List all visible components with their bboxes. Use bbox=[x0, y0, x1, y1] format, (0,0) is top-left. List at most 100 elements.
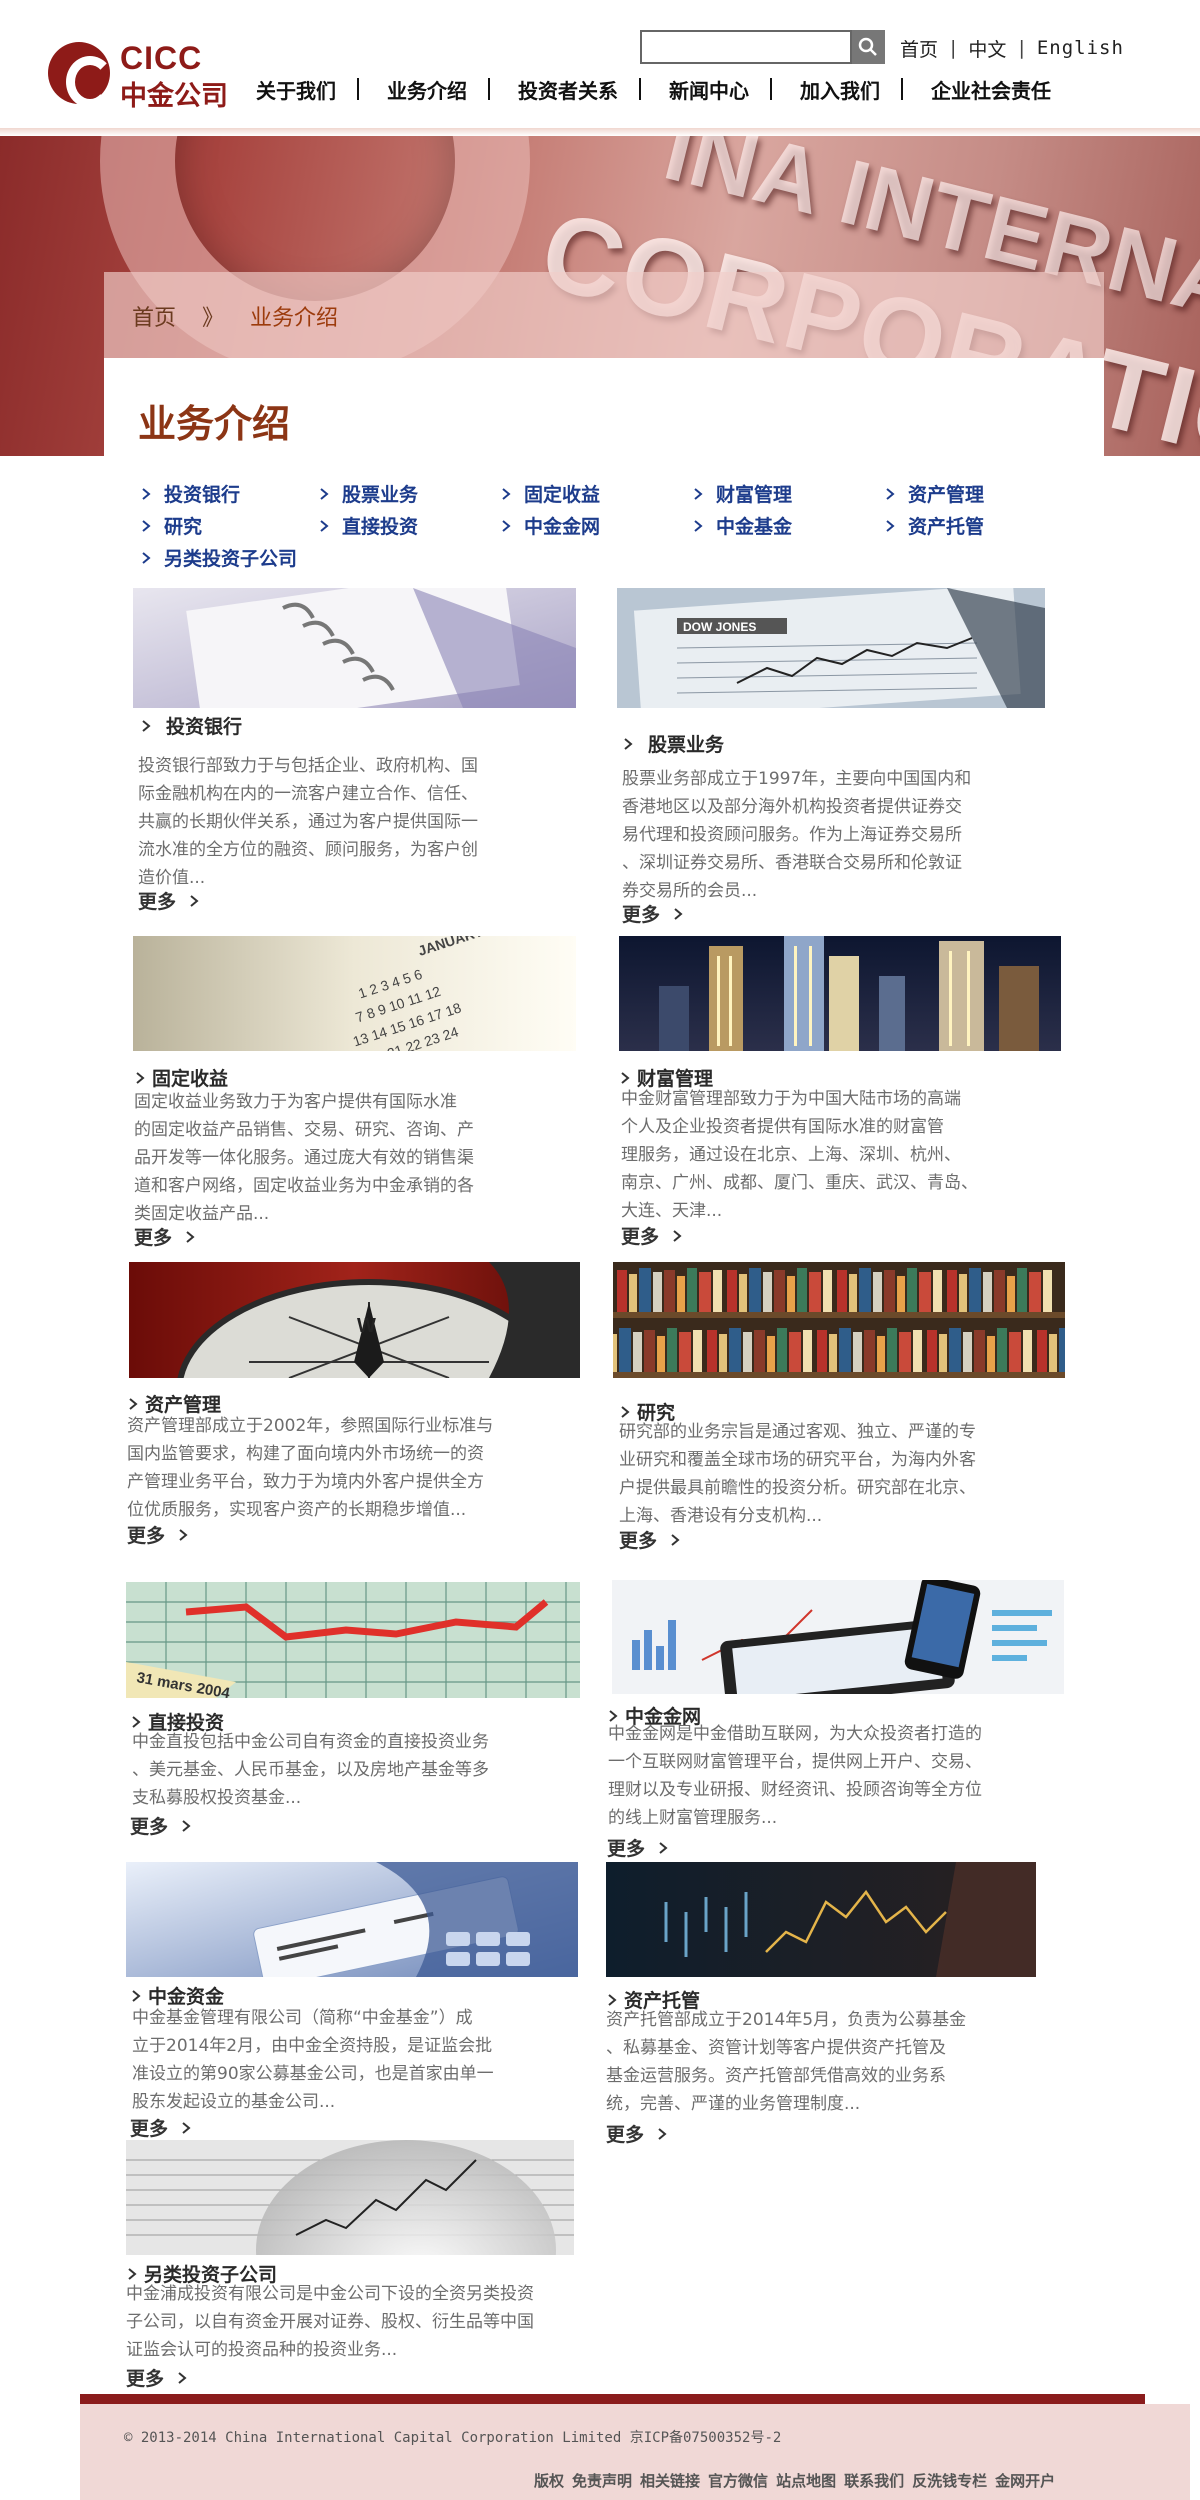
more-link-cicc-online[interactable]: 更多 bbox=[607, 1834, 669, 1861]
breadcrumb-current: 业务介绍 bbox=[250, 306, 339, 331]
card-image-alternative-investment[interactable] bbox=[126, 2140, 574, 2255]
subnav-asset-management[interactable]: 资产管理 bbox=[884, 480, 984, 507]
lang-home-link[interactable]: 首页 bbox=[900, 35, 938, 62]
subnav-wealth-management[interactable]: 财富管理 bbox=[692, 480, 792, 507]
chevron-right-icon bbox=[177, 1529, 189, 1541]
footer-link-disclaimer[interactable]: 免责声明 bbox=[572, 2470, 632, 2491]
card-desc-line: 南京、广州、成都、厦门、重庆、武汉、青岛、 bbox=[621, 1173, 978, 1193]
subnav-research[interactable]: 研究 bbox=[140, 512, 202, 539]
card-image-asset-management[interactable]: W bbox=[129, 1262, 580, 1378]
card-title-fixed-income[interactable]: 固定收益 bbox=[134, 1064, 228, 1091]
more-link-direct-investment[interactable]: 更多 bbox=[130, 1812, 192, 1839]
chevron-right-icon bbox=[184, 1231, 196, 1243]
card-desc-line: 个人及企业投资者提供有国际水准的财富管 bbox=[621, 1117, 944, 1137]
card-desc-line: 、深圳证券交易所、香港联合交易所和伦敦证 bbox=[622, 853, 962, 873]
card-desc-research: 研究部的业务宗旨是通过客观、独立、严谨的专 业研究和覆盖全球市场的研究平台，为海… bbox=[619, 1418, 1079, 1530]
more-link-alternative-investment[interactable]: 更多 bbox=[126, 2364, 188, 2391]
chevron-right-icon bbox=[176, 2372, 188, 2384]
more-link-investment-banking[interactable]: 更多 bbox=[138, 887, 200, 914]
more-link-asset-management[interactable]: 更多 bbox=[127, 1521, 189, 1548]
footer-link-sitemap[interactable]: 站点地图 bbox=[776, 2470, 836, 2491]
nav-investor-relations[interactable]: 投资者关系 bbox=[512, 75, 639, 104]
more-link-custody[interactable]: 更多 bbox=[606, 2120, 668, 2147]
more-label: 更多 bbox=[619, 1530, 658, 1552]
card-desc-line: 理财以及专业研报、财经资讯、投顾咨询等全方位 bbox=[608, 1780, 982, 1800]
nav-divider bbox=[639, 78, 641, 100]
more-link-cicc-fund[interactable]: 更多 bbox=[130, 2114, 192, 2141]
card-desc-investment-banking: 投资银行部致力于与包括企业、政府机构、国 际金融机构在内的一流客户建立合作、信任… bbox=[138, 752, 578, 892]
cicc-logo[interactable]: CICC 中金公司 bbox=[48, 38, 228, 112]
nav-about[interactable]: 关于我们 bbox=[250, 75, 357, 104]
nav-csr[interactable]: 企业社会责任 bbox=[925, 75, 1051, 104]
nav-news[interactable]: 新闻中心 bbox=[663, 75, 770, 104]
card-title-equities[interactable]: 股票业务 bbox=[622, 730, 724, 757]
lang-english-link[interactable]: English bbox=[1037, 37, 1124, 59]
card-desc-line: 易代理和投资顾问服务。作为上海证券交易所 bbox=[622, 825, 962, 845]
search-button[interactable] bbox=[852, 30, 885, 64]
card-desc-line: 户提供最具前瞻性的投资分析。研究部在北京、 bbox=[619, 1478, 976, 1498]
card-desc-line: 固定收益业务致力于为客户提供有国际水准 bbox=[134, 1092, 457, 1112]
card-desc-line: 中金直投包括中金公司自有资金的直接投资业务 bbox=[132, 1732, 489, 1752]
card-desc-line: 中金基金管理有限公司（简称“中金基金”）成 bbox=[132, 2008, 473, 2028]
card-desc-line: 基金运营服务。资产托管部凭借高效的业务系 bbox=[606, 2066, 946, 2086]
card-desc-line: 大连、天津... bbox=[621, 1201, 723, 1221]
footer-link-open-account[interactable]: 金网开户 bbox=[995, 2470, 1055, 2491]
card-desc-line: 、美元基金、人民币基金，以及房地产基金等多 bbox=[132, 1760, 489, 1780]
subnav-label: 中金金网 bbox=[524, 516, 601, 538]
footer-link-aml[interactable]: 反洗钱专栏 bbox=[912, 2470, 987, 2491]
footer-link-wechat[interactable]: 官方微信 bbox=[708, 2470, 768, 2491]
logo-mark-icon bbox=[48, 42, 114, 108]
subnav-equities[interactable]: 股票业务 bbox=[318, 480, 418, 507]
card-desc-line: 际金融机构在内的一流客户建立合作、信任、 bbox=[138, 784, 478, 804]
card-image-direct-investment[interactable]: 31 mars 2004 bbox=[126, 1582, 580, 1698]
footer-link-copyright[interactable]: 版权 bbox=[534, 2470, 564, 2491]
chevron-right-icon bbox=[127, 1398, 139, 1410]
card-image-custody[interactable] bbox=[606, 1862, 1036, 1977]
chevron-right-icon bbox=[692, 488, 704, 500]
subnav-label: 投资银行 bbox=[164, 484, 241, 506]
breadcrumb-separator: 》 bbox=[202, 306, 225, 331]
footer-link-contact[interactable]: 联系我们 bbox=[844, 2470, 904, 2491]
search-input[interactable] bbox=[640, 30, 852, 64]
subnav-label: 中金基金 bbox=[716, 516, 793, 538]
subnav-direct-investment[interactable]: 直接投资 bbox=[318, 512, 418, 539]
card-image-cicc-online[interactable] bbox=[612, 1580, 1064, 1694]
card-image-cicc-fund[interactable] bbox=[126, 1862, 578, 1977]
card-desc-alternative-investment: 中金浦成投资有限公司是中金公司下设的全资另类投资 子公司，以自有资金开展对证券、… bbox=[126, 2280, 646, 2364]
card-desc-line: 道和客户网络，固定收益业务为中金承销的各 bbox=[134, 1176, 474, 1196]
subnav-alternative-investment[interactable]: 另类投资子公司 bbox=[140, 544, 297, 571]
subnav-cicc-online[interactable]: 中金金网 bbox=[500, 512, 600, 539]
card-desc-line: 品开发等一体化服务。通过庞大有效的销售渠 bbox=[134, 1148, 474, 1168]
chevron-right-icon bbox=[692, 520, 704, 532]
chevron-right-icon bbox=[140, 520, 152, 532]
card-title-investment-banking[interactable]: 投资银行 bbox=[140, 712, 242, 739]
subnav-cicc-fund[interactable]: 中金基金 bbox=[692, 512, 792, 539]
card-image-fixed-income[interactable]: 1 2 3 4 5 67 8 9 10 11 12 13 14 15 16 17 … bbox=[133, 936, 576, 1051]
nav-careers[interactable]: 加入我们 bbox=[794, 75, 901, 104]
subnav-label: 另类投资子公司 bbox=[164, 548, 298, 570]
lang-chinese-link[interactable]: 中文 bbox=[968, 35, 1006, 62]
subnav-label: 研究 bbox=[164, 516, 203, 538]
card-desc-line: 香港地区以及部分海外机构投资者提供证券交 bbox=[622, 797, 962, 817]
card-image-research[interactable] bbox=[613, 1262, 1065, 1378]
breadcrumb-home-link[interactable]: 首页 bbox=[132, 300, 176, 332]
more-link-equities[interactable]: 更多 bbox=[622, 900, 684, 927]
subnav-investment-banking[interactable]: 投资银行 bbox=[140, 480, 240, 507]
chevron-right-icon bbox=[188, 895, 200, 907]
footer-link-related[interactable]: 相关链接 bbox=[640, 2470, 700, 2491]
subnav-custody[interactable]: 资产托管 bbox=[884, 512, 984, 539]
subnav-fixed-income[interactable]: 固定收益 bbox=[500, 480, 600, 507]
chevron-right-icon bbox=[656, 2128, 668, 2140]
card-desc-line: 中金财富管理部致力于为中国大陆市场的高端 bbox=[621, 1089, 961, 1109]
card-image-investment-banking[interactable] bbox=[133, 588, 576, 708]
more-link-fixed-income[interactable]: 更多 bbox=[134, 1223, 196, 1250]
card-image-equities[interactable]: DOW JONES bbox=[617, 588, 1045, 708]
card-desc-line: 中金浦成投资有限公司是中金公司下设的全资另类投资 bbox=[126, 2284, 534, 2304]
chevron-right-icon bbox=[318, 488, 330, 500]
nav-business[interactable]: 业务介绍 bbox=[381, 75, 488, 104]
chevron-right-icon bbox=[130, 1716, 142, 1728]
more-link-research[interactable]: 更多 bbox=[619, 1526, 681, 1553]
card-image-wealth-management[interactable] bbox=[619, 936, 1061, 1051]
more-link-wealth-management[interactable]: 更多 bbox=[621, 1222, 683, 1249]
chevron-right-icon bbox=[669, 1534, 681, 1546]
